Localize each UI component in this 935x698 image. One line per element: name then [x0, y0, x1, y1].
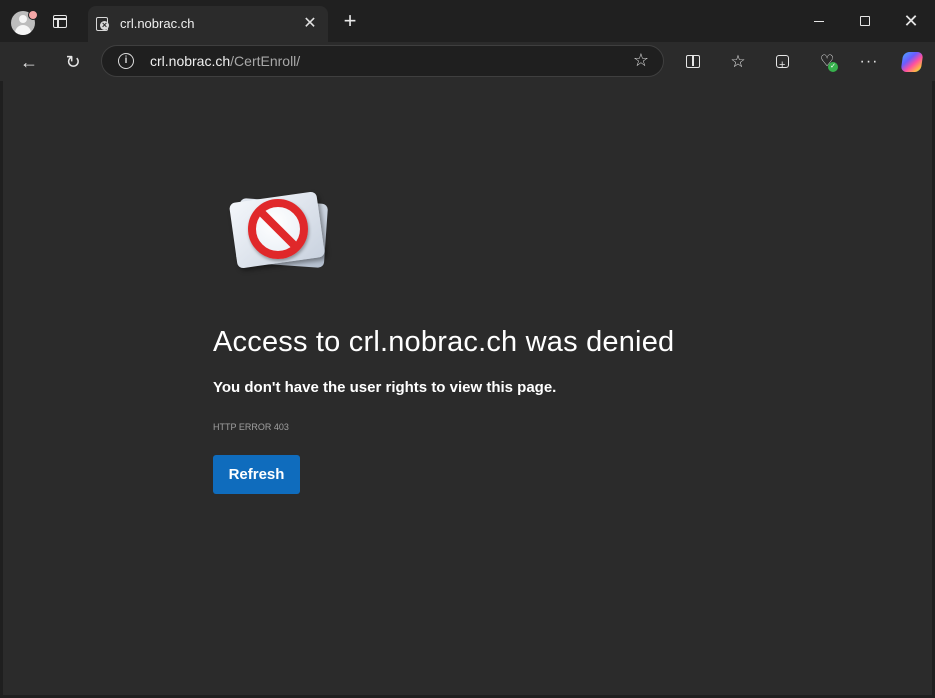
error-title: Access to crl.nobrac.ch was denied — [213, 326, 675, 358]
url-text[interactable]: crl.nobrac.ch/CertEnroll/ — [150, 53, 300, 69]
minimize-button[interactable] — [806, 8, 832, 34]
reload-icon[interactable]: ↻ — [60, 49, 86, 75]
split-screen-icon[interactable] — [681, 50, 705, 74]
close-window-button[interactable]: ✕ — [898, 8, 924, 34]
minimize-icon — [814, 21, 824, 22]
maximize-button[interactable] — [852, 8, 878, 34]
url-host: crl.nobrac.ch — [150, 53, 231, 69]
tab-close-icon[interactable]: ✕ — [300, 14, 320, 34]
favorites-icon[interactable]: ☆ — [726, 50, 750, 74]
avatar-body — [15, 25, 31, 35]
error-code: HTTP ERROR 403 — [213, 422, 289, 432]
url-path: /CertEnroll/ — [230, 53, 301, 69]
info-icon[interactable]: i — [118, 53, 134, 69]
new-tab-button[interactable]: + — [340, 10, 360, 32]
prohibited-sign — [248, 199, 308, 259]
ellipsis-icon[interactable]: ··· — [857, 50, 881, 74]
address-bar[interactable]: i crl.nobrac.ch/CertEnroll/ ☆ — [101, 45, 664, 77]
copilot-logo — [900, 52, 924, 72]
page-error-favicon-icon — [96, 17, 109, 31]
check-badge-icon: ✓ — [828, 62, 838, 72]
tab-actions-icon[interactable] — [53, 15, 67, 28]
page-content: Access to crl.nobrac.ch was denied You d… — [3, 81, 932, 695]
refresh-button[interactable]: Refresh — [213, 455, 300, 494]
active-tab[interactable]: crl.nobrac.ch ✕ — [88, 6, 328, 42]
maximize-icon — [860, 16, 870, 26]
title-bar: crl.nobrac.ch ✕ + ✕ — [0, 0, 935, 42]
avatar-head — [19, 15, 27, 23]
no-entry-icon — [226, 191, 336, 271]
copilot-icon[interactable] — [899, 49, 925, 75]
tab-title: crl.nobrac.ch — [120, 16, 195, 31]
heart-pulse-icon[interactable]: ♡ ✓ — [815, 50, 839, 74]
back-arrow-icon[interactable]: ← — [16, 49, 42, 75]
profile-status-dot — [28, 10, 38, 20]
error-subtitle: You don't have the user rights to view t… — [213, 379, 557, 396]
collections-icon[interactable] — [771, 50, 795, 77]
collections-glyph — [776, 53, 789, 77]
star-icon[interactable]: ☆ — [630, 49, 652, 71]
browser-window: crl.nobrac.ch ✕ + ✕ ← ↻ i crl.nobrac.ch/… — [0, 0, 935, 698]
split-screen-glyph — [686, 55, 700, 68]
navigation-toolbar: ← ↻ i crl.nobrac.ch/CertEnroll/ ☆ ☆ ♡✓ ·… — [0, 42, 935, 81]
